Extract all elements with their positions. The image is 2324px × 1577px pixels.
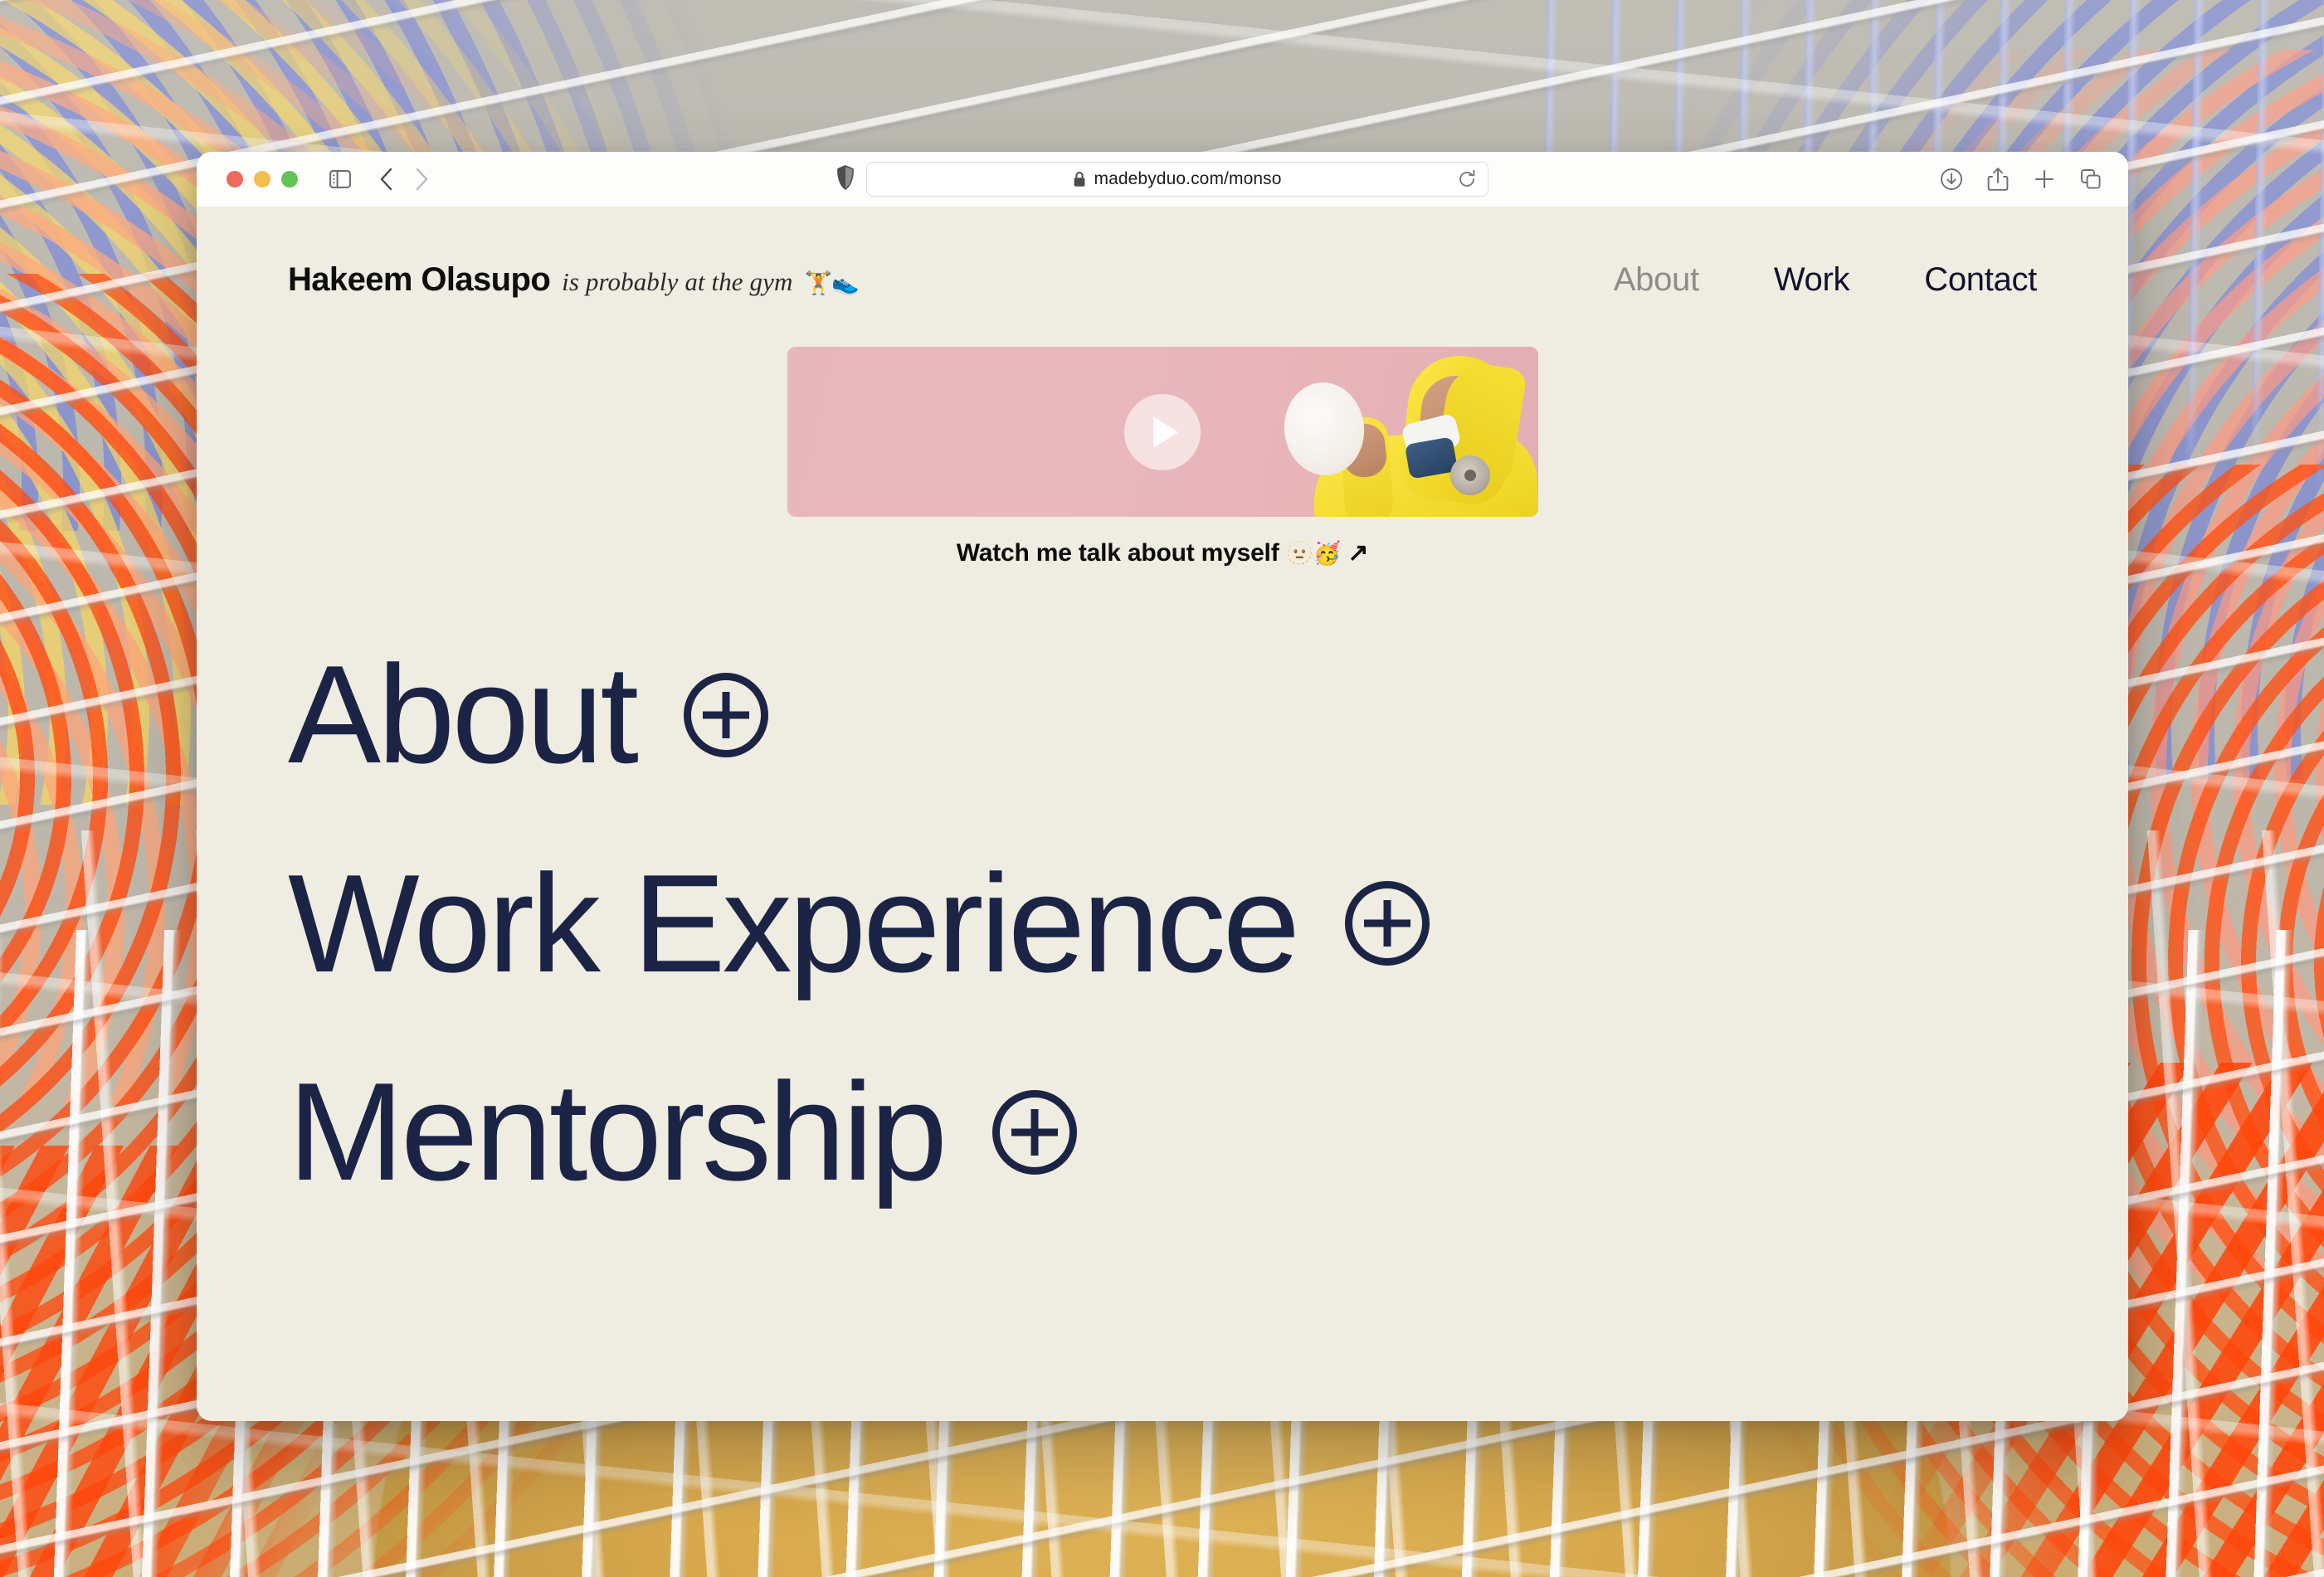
site-header: Hakeem Olasupo is probably at the gym 🏋️… — [197, 207, 2128, 299]
address-bar[interactable]: madebyduo.com/monso — [866, 162, 1488, 197]
section-about[interactable]: About — [288, 636, 2037, 792]
play-icon[interactable] — [1124, 393, 1201, 470]
forward-button[interactable] — [404, 162, 439, 197]
accordion-sections: About Work Experience Mentorship — [197, 567, 2128, 1210]
video-thumbnail[interactable] — [787, 347, 1538, 517]
section-title: Work Experience — [288, 844, 1300, 1001]
share-icon[interactable] — [1981, 162, 2015, 197]
new-tab-icon[interactable] — [2027, 162, 2062, 197]
maximize-button[interactable] — [281, 171, 298, 187]
section-title: About — [288, 636, 639, 792]
browser-toolbar: madebyduo.com/monso — [197, 152, 2128, 207]
watch-emoji: 🫥🥳 — [1285, 540, 1342, 566]
lock-icon — [1073, 171, 1086, 187]
section-work-experience[interactable]: Work Experience — [288, 844, 2037, 1001]
window-controls — [227, 171, 298, 187]
toolbar-right-actions — [1934, 162, 2108, 197]
gym-emoji: 🏋️👟 — [804, 270, 859, 295]
plus-circle-icon[interactable] — [1345, 881, 1430, 966]
nav-item-contact[interactable]: Contact — [1924, 261, 2037, 299]
downloads-icon[interactable] — [1934, 162, 1969, 197]
minimize-button[interactable] — [254, 171, 270, 187]
tab-overview-icon[interactable] — [2073, 162, 2108, 197]
nav-item-about[interactable]: About — [1614, 261, 1699, 299]
navigation-buttons — [369, 162, 439, 197]
section-title: Mentorship — [288, 1054, 948, 1210]
desktop-wallpaper: madebyduo.com/monso Hakeem Olasupo is pr… — [0, 0, 2324, 1577]
watch-video-label: Watch me talk about myself — [956, 538, 1279, 567]
url-text: madebyduo.com/monso — [1094, 169, 1282, 188]
brand[interactable]: Hakeem Olasupo is probably at the gym 🏋️… — [288, 261, 860, 299]
site-nav: About Work Contact — [1614, 261, 2038, 299]
nav-item-work[interactable]: Work — [1774, 261, 1850, 299]
arrow-up-right-icon: ↗ — [1347, 539, 1369, 567]
brand-tagline: is probably at the gym — [562, 267, 793, 296]
browser-window: madebyduo.com/monso Hakeem Olasupo is pr… — [197, 152, 2128, 1421]
plus-circle-icon[interactable] — [992, 1089, 1078, 1175]
play-triangle — [1153, 416, 1178, 448]
back-button[interactable] — [369, 162, 404, 197]
plus-circle-icon[interactable] — [684, 672, 769, 757]
hero-section: Watch me talk about myself 🫥🥳 ↗ — [197, 347, 2128, 567]
shield-icon[interactable] — [836, 164, 855, 194]
close-button[interactable] — [227, 171, 243, 187]
section-mentorship[interactable]: Mentorship — [288, 1054, 2037, 1210]
watch-video-link[interactable]: Watch me talk about myself 🫥🥳 ↗ — [957, 538, 1369, 567]
page-content: Hakeem Olasupo is probably at the gym 🏋️… — [197, 207, 2128, 1421]
address-bar-area: madebyduo.com/monso — [197, 162, 2128, 197]
sidebar-icon[interactable] — [323, 162, 358, 197]
brand-name: Hakeem Olasupo — [288, 261, 551, 298]
reload-icon[interactable] — [1458, 169, 1476, 189]
